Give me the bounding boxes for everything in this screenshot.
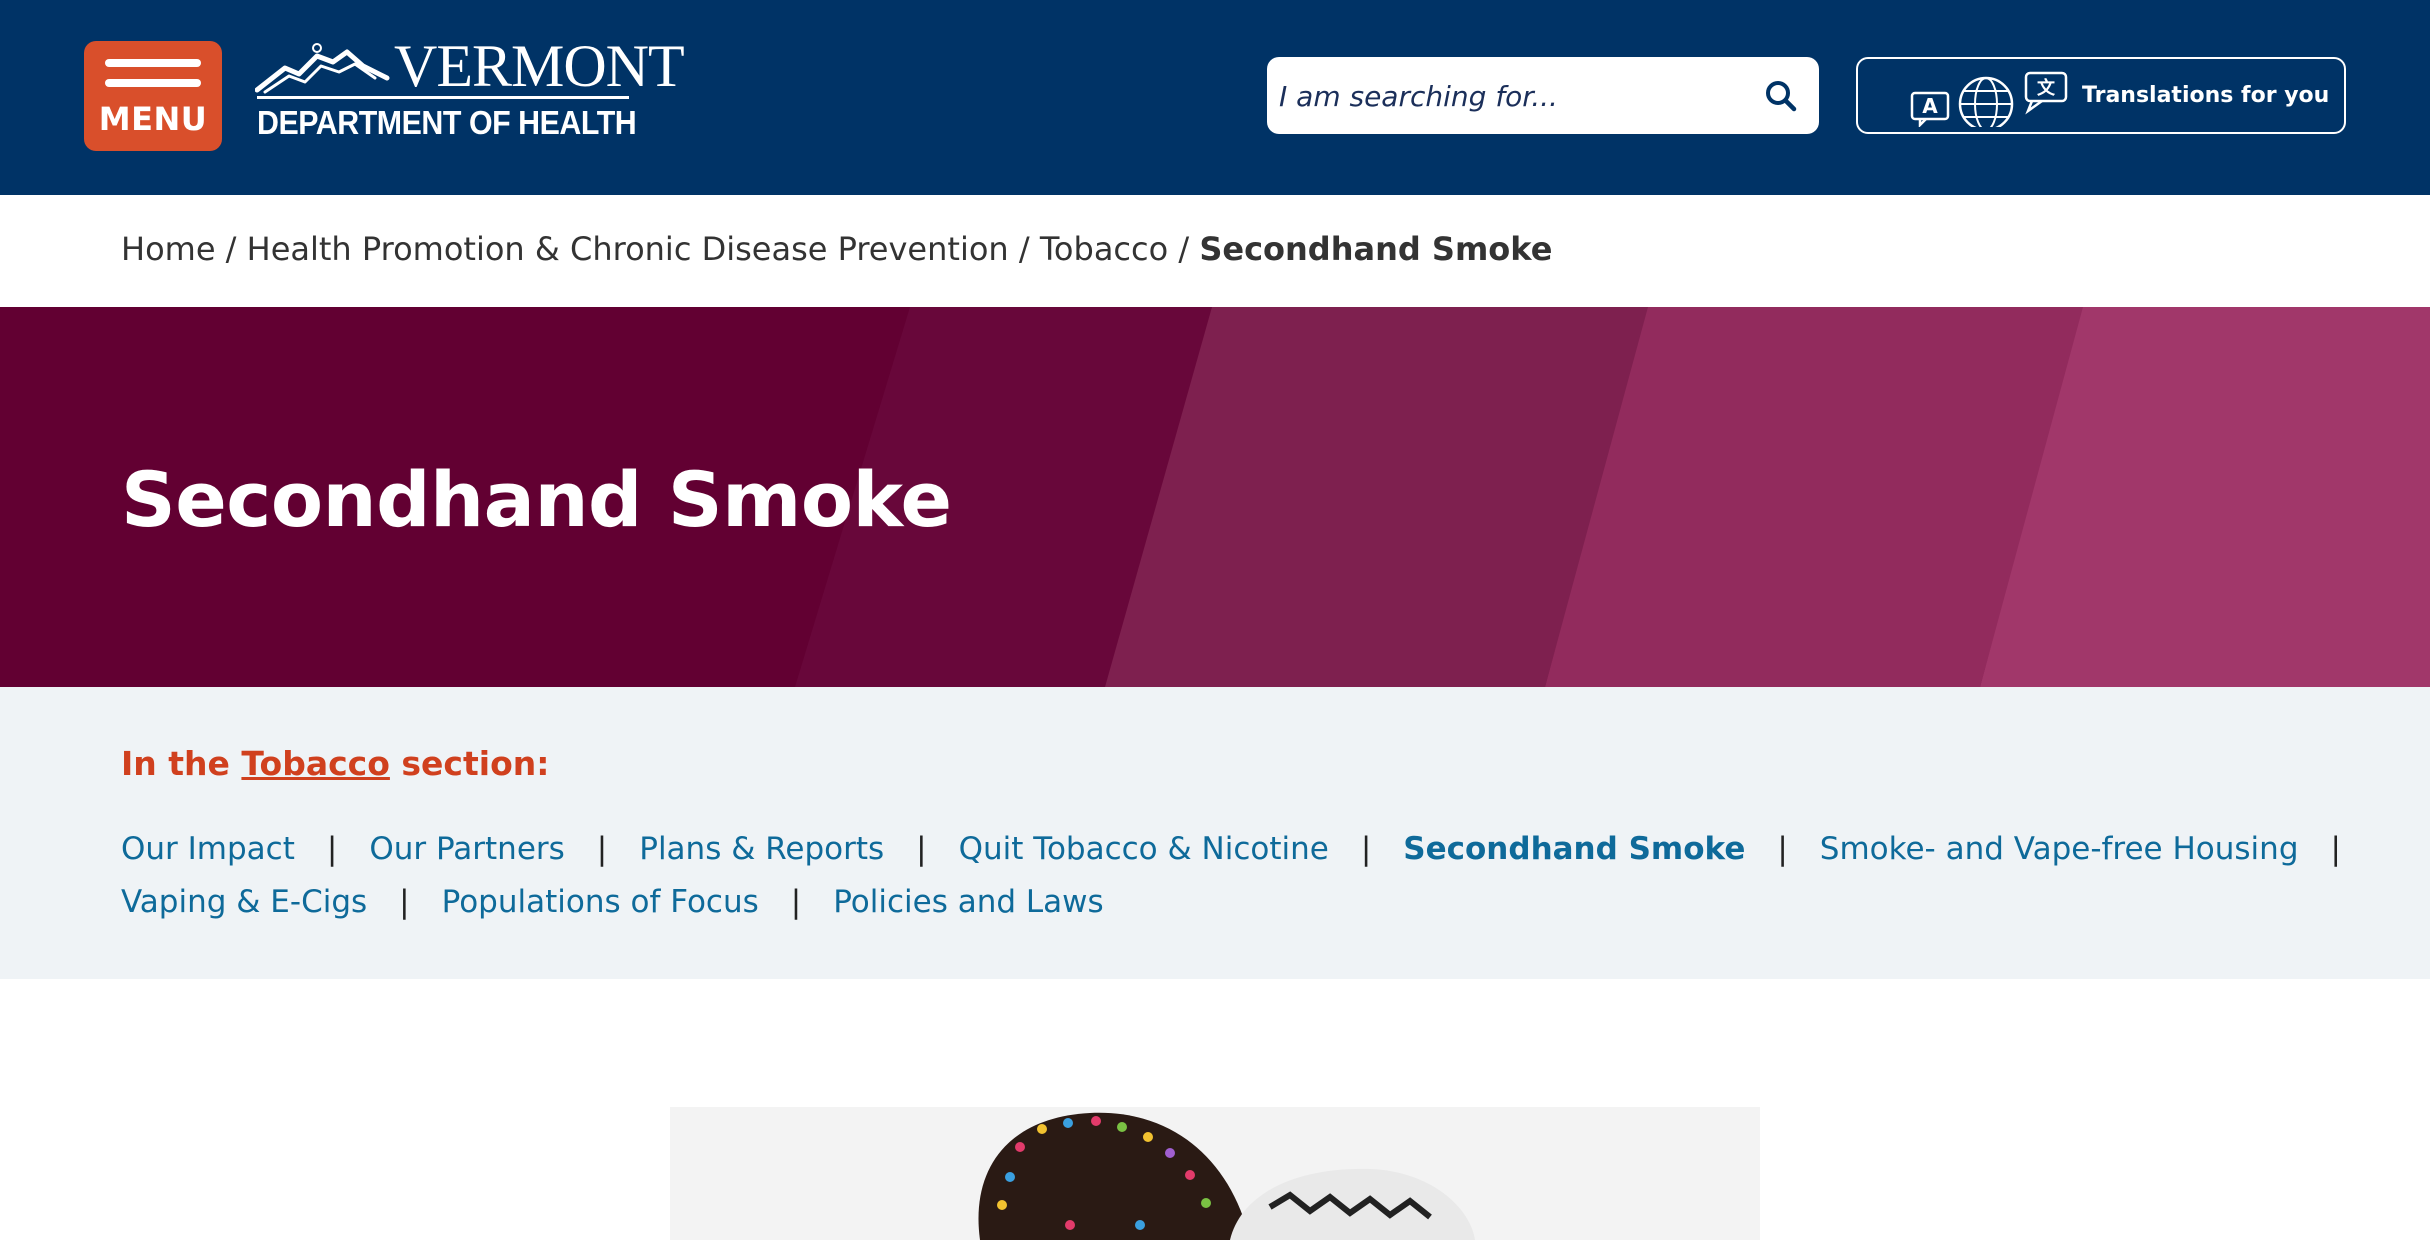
nav-separator: |: [1777, 831, 1788, 867]
site-header: MENU VERMONT DEPARTMENT OF HEALTH A: [0, 0, 2430, 195]
section-link-our-partners[interactable]: Our Partners: [369, 831, 564, 867]
site-logo[interactable]: VERMONT DEPARTMENT OF HEALTH: [255, 34, 685, 150]
search-input[interactable]: [1279, 71, 1739, 121]
translate-chat-icon: 文: [2024, 71, 2068, 115]
hero-photo: [670, 1107, 1760, 1240]
breadcrumb-health-promotion[interactable]: Health Promotion & Chronic Disease Preve…: [247, 230, 1009, 268]
breadcrumb-home[interactable]: Home: [121, 230, 216, 268]
section-nav-row: Our Impact | Our Partners | Plans & Reports |…: [121, 831, 2373, 867]
nav-separator: |: [399, 884, 410, 920]
breadcrumb: Home / Health Promotion & Chronic Diseas…: [121, 230, 1552, 268]
nav-separator: |: [1360, 831, 1372, 867]
nav-separator: |: [2330, 831, 2341, 867]
nav-separator: |: [916, 831, 927, 867]
section-heading-prefix: In the: [121, 744, 230, 783]
svg-text:文: 文: [2037, 77, 2056, 99]
breadcrumb-tobacco[interactable]: Tobacco: [1040, 230, 1168, 268]
hamburger-icon-bar: [105, 59, 201, 67]
search-box: [1267, 57, 1819, 134]
logo-vermont-text: VERMONT: [394, 33, 685, 99]
section-heading-suffix: section:: [401, 744, 550, 783]
search-icon[interactable]: [1764, 79, 1798, 113]
section-nav-row: Vaping & E-Cigs | Populations of Focus | Pol…: [121, 884, 1104, 920]
section-link-populations-of-focus[interactable]: Populations of Focus: [442, 884, 759, 920]
logo-department-text: DEPARTMENT OF HEALTH: [257, 104, 637, 141]
section-link-plans-reports[interactable]: Plans & Reports: [639, 831, 884, 867]
translate-a-icon: A: [1910, 91, 1950, 127]
nav-separator: |: [596, 831, 608, 867]
section-heading-link[interactable]: Tobacco: [241, 744, 389, 783]
breadcrumb-separator: /: [1178, 230, 1190, 268]
section-navigation: In the Tobacco section: Our Impact | Our P…: [0, 687, 2430, 979]
translations-label: Translations for you: [2082, 83, 2330, 108]
mountain-logo-icon: [255, 43, 390, 94]
nav-separator: |: [790, 884, 802, 920]
translate-icons: A 文: [1910, 71, 2068, 127]
page-title: Secondhand Smoke: [121, 455, 952, 544]
section-link-quit-tobacco[interactable]: Quit Tobacco & Nicotine: [959, 831, 1329, 867]
logo-divider: [257, 96, 629, 99]
page-hero: Secondhand Smoke: [0, 307, 2430, 687]
nav-separator: |: [326, 831, 338, 867]
section-heading: In the Tobacco section:: [121, 744, 549, 783]
breadcrumb-separator: /: [1018, 230, 1030, 268]
section-link-smoke-vape-free-housing[interactable]: Smoke- and Vape-free Housing: [1820, 831, 2299, 867]
breadcrumb-separator: /: [225, 230, 237, 268]
photo-illustration: [670, 1107, 1760, 1240]
section-link-our-impact[interactable]: Our Impact: [121, 831, 295, 867]
translations-button[interactable]: A 文 Translations for you: [1856, 57, 2346, 134]
breadcrumb-current: Secondhand Smoke: [1199, 230, 1553, 268]
menu-button[interactable]: MENU: [84, 41, 222, 151]
globe-icon: [1958, 76, 2014, 127]
section-link-vaping-e-cigs[interactable]: Vaping & E-Cigs: [121, 884, 367, 920]
section-link-secondhand-smoke[interactable]: Secondhand Smoke: [1403, 831, 1745, 867]
section-link-policies-and-laws[interactable]: Policies and Laws: [833, 884, 1103, 920]
hamburger-icon-bar: [105, 79, 201, 87]
menu-label: MENU: [98, 100, 208, 138]
svg-text:A: A: [1922, 94, 1938, 118]
